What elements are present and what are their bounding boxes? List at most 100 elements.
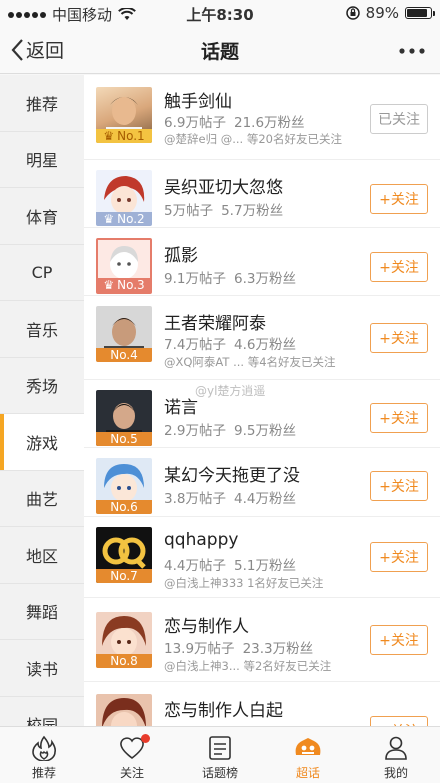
rank-label: No.4 [110, 348, 138, 362]
follow-button[interactable]: +关注 [370, 716, 428, 726]
rank-badge: ♛ No.1 [96, 129, 152, 143]
follow-button[interactable]: +关注 [370, 252, 428, 282]
post-count: 2.9万帖子 [164, 423, 226, 439]
sidebar-item-label: 秀场 [25, 377, 58, 397]
topic-row[interactable]: ♛ No.3 孤影 9.1万帖子 6.3万粉丝 +关注 [84, 228, 440, 296]
topic-avatar: No.8 [96, 612, 152, 668]
tab-label: 话题榜 [201, 766, 238, 780]
topic-stats: 5万帖子 5.7万粉丝 [164, 199, 283, 219]
post-count: 13.9万帖子 [164, 641, 235, 657]
topic-stats: 13.9万帖子 23.3万粉丝 [164, 637, 313, 657]
follow-button[interactable]: +关注 [370, 184, 428, 214]
sidebar-item-region[interactable]: 地区 [0, 527, 84, 584]
fan-count: 23.3万粉丝 [242, 641, 314, 657]
topic-avatar: ♛ No.3 [96, 238, 152, 294]
sidebar-item-sports[interactable]: 体育 [0, 188, 84, 245]
friends-followed: @白浅上神333 1名好友已关注 [164, 576, 324, 590]
sidebar-item-music[interactable]: 音乐 [0, 301, 84, 358]
topic-row[interactable]: ♛ No.1 触手剑仙 6.9万帖子 21.6万粉丝 @楚辞e归 @... 等20名… [84, 75, 440, 160]
rank-label: No.8 [110, 654, 138, 668]
sidebar-item-stars[interactable]: 明星 [0, 132, 84, 188]
sidebar-item-games[interactable]: 游戏 [0, 414, 84, 471]
sidebar-item-label: 体育 [25, 207, 58, 227]
sidebar-item-cp[interactable]: CP [0, 245, 84, 301]
topic-avatar [96, 694, 152, 726]
tab-super-topic[interactable]: 超话 [264, 727, 352, 783]
person-icon [385, 736, 407, 760]
topic-row[interactable]: ♛ No.2 吴织亚切大忽悠 5万帖子 5.7万粉丝 +关注 [84, 160, 440, 228]
page-title: 话题 [200, 41, 239, 63]
rank-badge: No.6 [96, 500, 152, 514]
follow-button[interactable]: +关注 [370, 625, 428, 655]
follow-button[interactable]: +关注 [370, 323, 428, 353]
crown-icon: ♛ [103, 129, 115, 143]
nav-bar: 返回 话题 [0, 26, 440, 74]
sidebar-item-label: CP [31, 262, 53, 282]
topic-avatar: No.7 [96, 527, 152, 583]
sidebar-item-label: 游戏 [25, 433, 58, 453]
sidebar-item-quyi[interactable]: 曲艺 [0, 471, 84, 527]
topic-name: 孤影 [164, 246, 198, 266]
post-count: 7.4万帖子 [164, 337, 226, 353]
tab-bar: 推荐 关注 话题榜 超话 我的 [0, 726, 440, 783]
topic-name: 某幻今天拖更了没 [164, 466, 300, 486]
follow-button[interactable]: +关注 [370, 471, 428, 501]
sidebar-item-reading[interactable]: 读书 [0, 640, 84, 697]
topic-avatar: No.6 [96, 458, 152, 514]
battery-group: 89% [345, 4, 435, 22]
topic-name: 恋与制作人 [164, 617, 249, 637]
rank-label: No.3 [117, 278, 145, 292]
more-button[interactable] [398, 40, 426, 59]
post-count: 9.1万帖子 [164, 271, 226, 287]
tab-topic-rank[interactable]: 话题榜 [176, 727, 264, 783]
sidebar-item-label: 音乐 [25, 320, 58, 340]
topic-row[interactable]: 恋与制作人白起 +关注 [84, 682, 440, 726]
topic-stats: 9.1万帖子 6.3万粉丝 [164, 267, 296, 287]
sidebar-item-label: 地区 [25, 546, 58, 566]
tab-following[interactable]: 关注 [88, 727, 176, 783]
rank-label: No.1 [117, 129, 145, 143]
rank-label: No.7 [110, 569, 138, 583]
tab-me[interactable]: 我的 [352, 727, 440, 783]
sidebar-item-label: 明星 [25, 151, 58, 171]
list-icon [209, 736, 231, 760]
sidebar-item-dance[interactable]: 舞蹈 [0, 584, 84, 640]
crown-icon: ♛ [103, 278, 115, 292]
tab-label: 关注 [119, 766, 144, 780]
sidebar-item-label: 校园 [25, 716, 58, 726]
rank-badge: No.8 [96, 654, 152, 668]
tab-label: 我的 [383, 766, 408, 780]
topic-avatar: No.4 [96, 306, 152, 362]
topic-row[interactable]: No.4 王者荣耀阿泰 7.4万帖子 4.6万粉丝 @XQ阿泰AT ... 等4名… [84, 296, 440, 380]
topic-stats: 4.4万帖子 5.1万粉丝 [164, 554, 296, 574]
watermark: @yl楚方逍遥 [195, 384, 266, 398]
topic-name: 触手剑仙 [164, 92, 232, 112]
rank-badge: No.7 [96, 569, 152, 583]
battery-icon [405, 7, 435, 19]
flame-icon [32, 735, 56, 761]
sidebar-item-recommend[interactable]: 推荐 [0, 75, 84, 132]
rank-label: No.5 [110, 432, 138, 446]
topic-stats: 3.8万帖子 4.4万粉丝 [164, 487, 296, 507]
topic-row[interactable]: No.8 恋与制作人 13.9万帖子 23.3万粉丝 @白浅上神3... 等2名好… [84, 598, 440, 682]
tab-recommend[interactable]: 推荐 [0, 727, 88, 783]
follow-button[interactable]: +关注 [370, 542, 428, 572]
sidebar-item-show[interactable]: 秀场 [0, 358, 84, 414]
topic-stats: 6.9万帖子 21.6万粉丝 [164, 111, 305, 131]
fan-count: 9.5万粉丝 [233, 423, 296, 439]
topic-name: 吴织亚切大忽悠 [164, 178, 283, 198]
follow-button[interactable]: +关注 [370, 403, 428, 433]
topic-avatar: No.5 [96, 390, 152, 446]
topic-avatar: ♛ No.1 [96, 87, 152, 143]
post-count: 3.8万帖子 [164, 491, 226, 507]
fan-count: 5.1万粉丝 [233, 558, 296, 574]
fan-count: 4.4万粉丝 [233, 491, 296, 507]
sidebar-item-campus[interactable]: 校园 [0, 697, 84, 726]
topic-row[interactable]: No.6 某幻今天拖更了没 3.8万帖子 4.4万粉丝 +关注 [84, 448, 440, 517]
more-dots-icon [399, 48, 425, 54]
notification-dot [141, 734, 150, 743]
topic-row[interactable]: No.7 qqhappy 4.4万帖子 5.1万粉丝 @白浅上神333 1名好友已… [84, 517, 440, 598]
rank-label: No.6 [110, 500, 138, 514]
follow-button[interactable]: 已关注 [370, 104, 428, 134]
topic-stats: 7.4万帖子 4.6万粉丝 [164, 333, 296, 353]
